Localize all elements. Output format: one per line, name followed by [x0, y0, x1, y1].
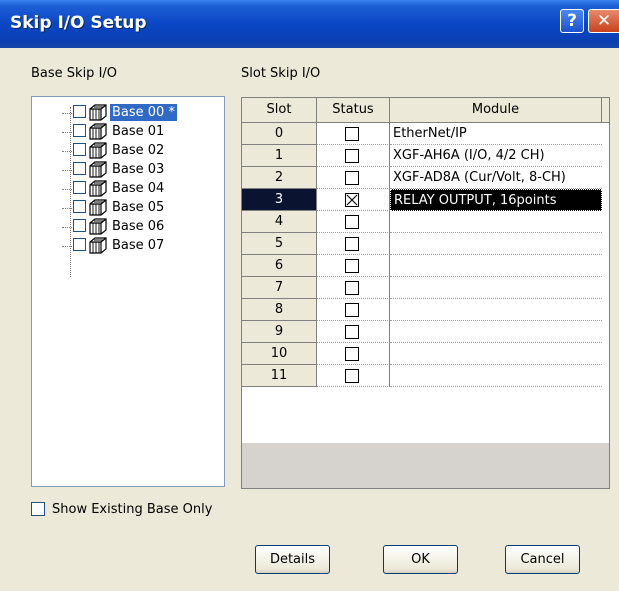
- column-header-slot[interactable]: Slot: [242, 98, 317, 123]
- module-cell[interactable]: [390, 365, 602, 387]
- base-tree-item[interactable]: Base 04: [62, 180, 221, 199]
- close-button[interactable]: ✕: [588, 9, 619, 33]
- header-filler: [602, 98, 609, 123]
- status-cell: [317, 189, 390, 211]
- base-checkbox[interactable]: [73, 162, 86, 175]
- ok-button[interactable]: OK: [383, 545, 458, 574]
- slot-skip-checkbox[interactable]: [345, 171, 359, 185]
- slot-number-cell[interactable]: 8: [242, 299, 317, 321]
- module-cell[interactable]: [390, 343, 602, 365]
- module-rack-icon: [89, 161, 107, 178]
- base-label[interactable]: Base 04: [110, 180, 166, 197]
- slot-skip-label: Slot Skip I/O: [241, 66, 321, 81]
- base-checkbox[interactable]: [73, 124, 86, 137]
- module-cell[interactable]: [390, 321, 602, 343]
- slot-skip-checkbox[interactable]: [345, 127, 359, 141]
- status-cell: [317, 365, 390, 387]
- title-bar: Skip I/O Setup ? ✕: [0, 0, 619, 48]
- slot-skip-checkbox[interactable]: [345, 347, 359, 361]
- base-tree[interactable]: Base 00 * Base 01 Base 02 Base 03 Base 04 Bas…: [31, 96, 225, 487]
- slot-skip-checkbox[interactable]: [345, 259, 359, 273]
- cross-mark-icon: [346, 194, 358, 206]
- base-label[interactable]: Base 01: [110, 123, 166, 140]
- module-rack-icon: [89, 199, 107, 216]
- column-header-status[interactable]: Status: [317, 98, 390, 123]
- slot-skip-checkbox[interactable]: [345, 281, 359, 295]
- base-label[interactable]: Base 06: [110, 218, 166, 235]
- module-cell[interactable]: RELAY OUTPUT, 16points: [390, 189, 602, 211]
- column-header-module[interactable]: Module: [390, 98, 602, 123]
- status-cell: [317, 145, 390, 167]
- base-tree-item[interactable]: Base 02: [62, 142, 221, 161]
- slot-number-cell[interactable]: 9: [242, 321, 317, 343]
- slot-skip-checkbox[interactable]: [345, 215, 359, 229]
- base-tree-item[interactable]: Base 03: [62, 161, 221, 180]
- slot-skip-checkbox[interactable]: [345, 369, 359, 383]
- module-cell[interactable]: [390, 277, 602, 299]
- slot-grid[interactable]: Slot Status Module 0 EtherNet/IP 1 XGF-AH6A…: [241, 97, 610, 489]
- slot-number-cell[interactable]: 5: [242, 233, 317, 255]
- base-checkbox[interactable]: [73, 143, 86, 156]
- cancel-button[interactable]: Cancel: [505, 545, 580, 574]
- status-cell: [317, 211, 390, 233]
- slot-skip-checkbox[interactable]: [345, 303, 359, 317]
- base-tree-item[interactable]: Base 00 *: [62, 104, 221, 123]
- base-tree-item[interactable]: Base 05: [62, 199, 221, 218]
- base-label[interactable]: Base 02: [110, 142, 166, 159]
- help-button[interactable]: ?: [560, 9, 584, 33]
- slot-skip-checkbox[interactable]: [345, 193, 359, 207]
- base-checkbox[interactable]: [73, 105, 86, 118]
- module-cell[interactable]: [390, 211, 602, 233]
- base-checkbox[interactable]: [73, 238, 86, 251]
- status-cell: [317, 343, 390, 365]
- slot-skip-checkbox[interactable]: [345, 237, 359, 251]
- module-cell[interactable]: [390, 233, 602, 255]
- base-tree-item[interactable]: Base 06: [62, 218, 221, 237]
- slot-number-cell[interactable]: 2: [242, 167, 317, 189]
- module-cell[interactable]: XGF-AH6A (I/O, 4/2 CH): [390, 145, 602, 167]
- show-existing-base-label: Show Existing Base Only: [52, 502, 213, 517]
- base-skip-label: Base Skip I/O: [31, 66, 118, 81]
- status-cell: [317, 321, 390, 343]
- base-checkbox[interactable]: [73, 200, 86, 213]
- slot-number-cell[interactable]: 4: [242, 211, 317, 233]
- module-rack-icon: [89, 123, 107, 140]
- base-checkbox[interactable]: [73, 181, 86, 194]
- slot-skip-checkbox[interactable]: [345, 325, 359, 339]
- slot-number-cell[interactable]: 3: [242, 189, 317, 211]
- module-rack-icon: [89, 218, 107, 235]
- window-title: Skip I/O Setup: [10, 13, 147, 33]
- module-rack-icon: [89, 104, 107, 121]
- slot-number-cell[interactable]: 6: [242, 255, 317, 277]
- base-label[interactable]: Base 07: [110, 237, 166, 254]
- show-existing-base-checkbox[interactable]: [31, 502, 45, 516]
- grid-empty-area: [242, 443, 609, 488]
- base-label[interactable]: Base 03: [110, 161, 166, 178]
- status-cell: [317, 123, 390, 145]
- module-cell[interactable]: [390, 255, 602, 277]
- base-label[interactable]: Base 00 *: [110, 104, 177, 121]
- status-cell: [317, 167, 390, 189]
- module-cell[interactable]: XGF-AD8A (Cur/Volt, 8-CH): [390, 167, 602, 189]
- module-cell[interactable]: EtherNet/IP: [390, 123, 602, 145]
- base-checkbox[interactable]: [73, 219, 86, 232]
- slot-number-cell[interactable]: 7: [242, 277, 317, 299]
- slot-skip-checkbox[interactable]: [345, 149, 359, 163]
- slot-number-cell[interactable]: 10: [242, 343, 317, 365]
- status-cell: [317, 255, 390, 277]
- module-rack-icon: [89, 180, 107, 197]
- module-rack-icon: [89, 237, 107, 254]
- base-label[interactable]: Base 05: [110, 199, 166, 216]
- base-tree-item[interactable]: Base 01: [62, 123, 221, 142]
- status-cell: [317, 277, 390, 299]
- slot-number-cell[interactable]: 11: [242, 365, 317, 387]
- module-rack-icon: [89, 142, 107, 159]
- slot-number-cell[interactable]: 1: [242, 145, 317, 167]
- slot-number-cell[interactable]: 0: [242, 123, 317, 145]
- details-button[interactable]: Details: [255, 545, 330, 574]
- base-tree-item[interactable]: Base 07: [62, 237, 221, 256]
- status-cell: [317, 299, 390, 321]
- status-cell: [317, 233, 390, 255]
- module-cell[interactable]: [390, 299, 602, 321]
